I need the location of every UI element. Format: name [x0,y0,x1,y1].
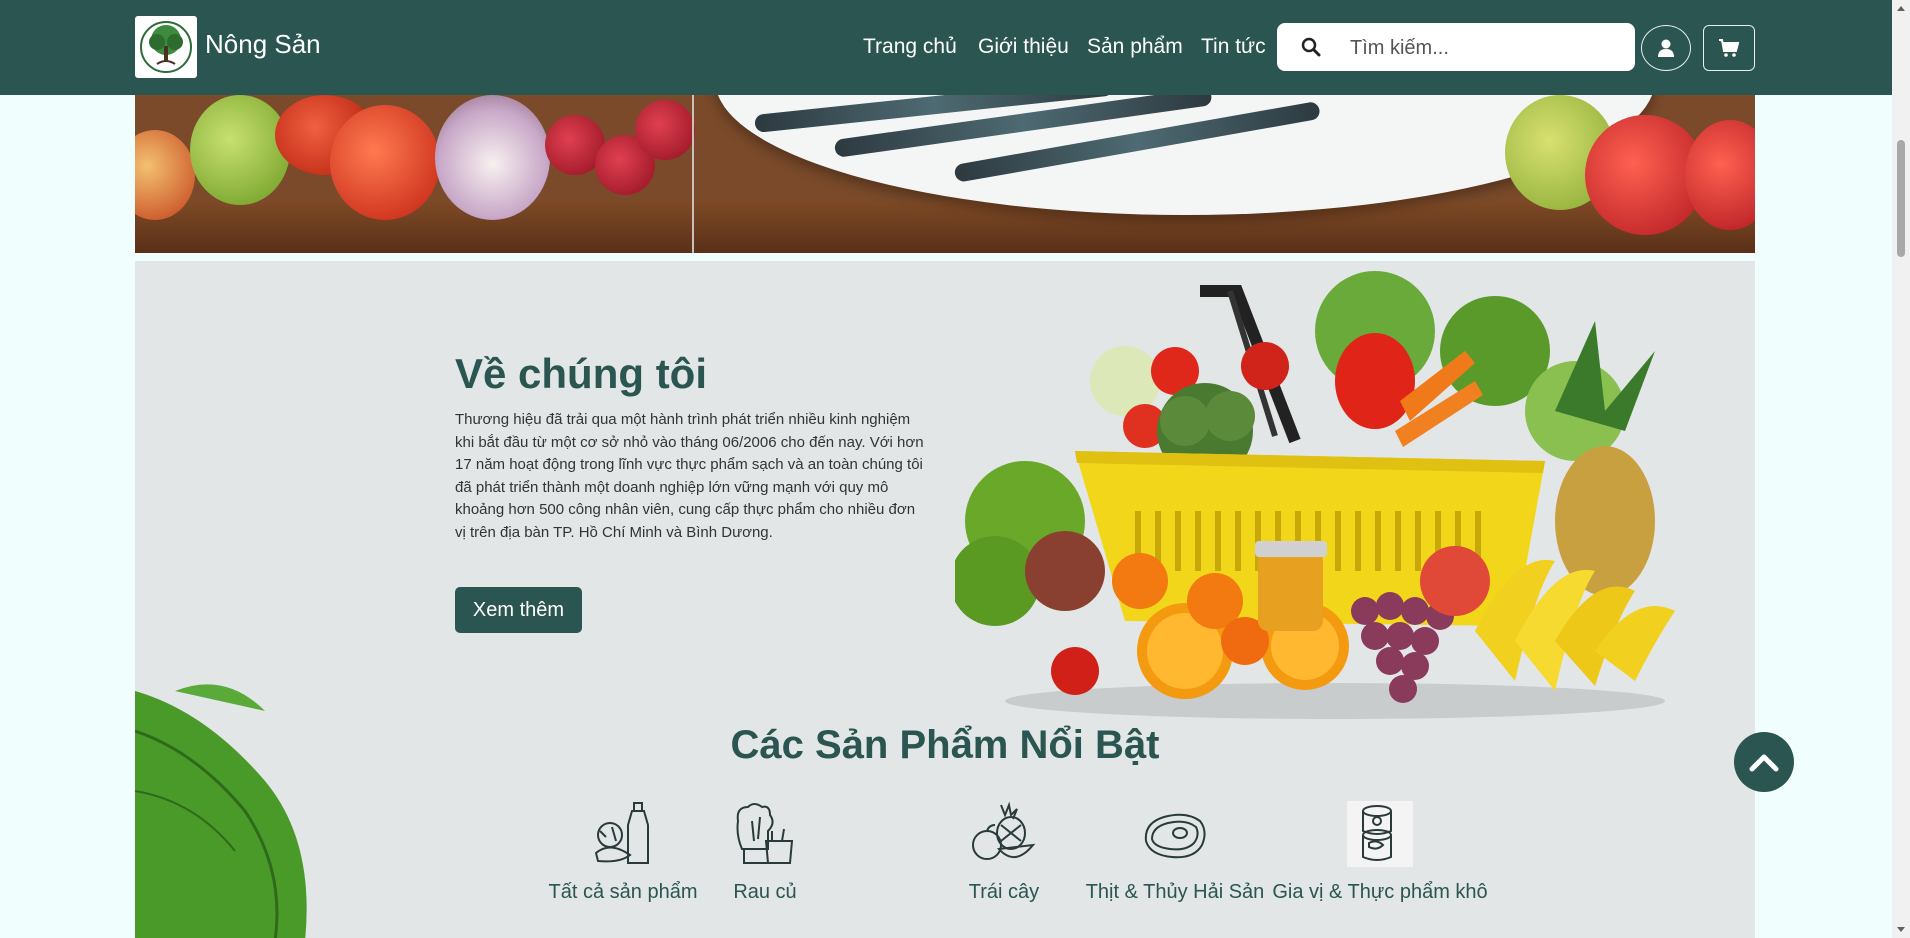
about-section: Về chúng tôi Thương hiệu đã trải qua một… [135,261,1755,938]
scroll-up-arrow-icon[interactable] [1897,6,1905,11]
tree-logo-icon [140,21,192,73]
vegetables-icon [736,803,794,864]
meat-icon [1144,813,1206,859]
radish-image [635,100,695,160]
nav-products[interactable]: Sản phẩm [1087,35,1183,59]
green-apple-image [190,95,290,205]
chevron-up-icon [1749,754,1779,772]
about-description: Thương hiệu đã trải qua một hành trình p… [455,411,924,541]
scrollbar-thumb[interactable] [1897,140,1905,257]
groceries-icon [594,802,649,864]
cart-button[interactable] [1703,25,1755,71]
canned-food-icon [1347,801,1413,867]
category-label: Thịt & Thủy Hải Sản [1085,881,1265,903]
page-scrollbar[interactable] [1892,0,1910,938]
search-icon[interactable] [1300,36,1322,58]
cart-icon [1719,39,1740,57]
category-label: Rau củ [733,881,797,903]
see-more-button[interactable]: Xem thêm [455,587,582,633]
search-bar[interactable]: Tìm kiếm... [1277,23,1635,71]
featured-products-title: Các Sản Phẩm Nổi Bật [730,723,1160,767]
category-label: Tất cả sản phẩm [548,881,698,903]
garlic-image [435,95,550,220]
nav-home[interactable]: Trang chủ [863,35,957,59]
category-label: Trái cây [968,881,1040,903]
scroll-down-arrow-icon[interactable] [1897,927,1905,932]
category-all-products[interactable]: Tất cả sản phẩm [528,801,718,904]
search-input[interactable]: Tìm kiếm... [1350,37,1449,60]
scroll-to-top-button[interactable] [1734,732,1794,792]
logo[interactable] [135,16,197,78]
site-header: Nông Sản Trang chủ Giới thiệu Sản phẩm T… [0,0,1892,95]
tomato-image [330,105,440,220]
account-button[interactable] [1641,25,1691,71]
category-label: Gia vị & Thực phẩm khô [1272,881,1488,903]
fruits-icon [972,801,1036,860]
category-spices-dry-food[interactable]: Gia vị & Thực phẩm khô [1265,801,1495,904]
brand-name[interactable]: Nông Sản [205,29,321,60]
category-fruits[interactable]: Trái cây [957,801,1051,904]
nav-about[interactable]: Giới thiệu [978,35,1069,59]
category-meat-seafood[interactable]: Thịt & Thủy Hải Sản [1075,801,1275,904]
about-title: Về chúng tôi [455,350,707,397]
nav-news[interactable]: Tin tức [1201,35,1266,59]
hero-banner [135,95,1755,253]
banner-divider [692,95,694,253]
mint-leaf-decoration [135,684,307,938]
fruit-basket-image [955,271,1675,719]
category-vegetables[interactable]: Rau củ [719,801,811,904]
user-icon [1658,39,1674,57]
